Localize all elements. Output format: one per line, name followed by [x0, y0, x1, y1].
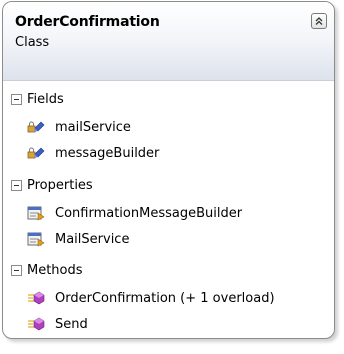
property-icon	[27, 231, 45, 247]
field-name: messageBuilder	[55, 145, 160, 161]
class-kind: Class	[15, 35, 50, 50]
class-name: OrderConfirmation	[15, 14, 160, 30]
section-title: Methods	[27, 262, 83, 278]
section-title: Fields	[27, 91, 64, 107]
class-shape[interactable]: OrderConfirmation Class Fields mailServi…	[2, 1, 335, 339]
method-name: OrderConfirmation (+ 1 overload)	[55, 290, 275, 306]
collapse-toggle-icon[interactable]	[11, 93, 22, 105]
property-item[interactable]: MailService	[27, 229, 129, 249]
property-icon	[27, 205, 45, 221]
field-lock-icon	[27, 145, 45, 161]
property-name: MailService	[55, 231, 130, 247]
property-item[interactable]: ConfirmationMessageBuilder	[27, 203, 242, 223]
method-icon	[27, 316, 45, 332]
collapse-toggle-icon[interactable]	[11, 179, 22, 191]
collapse-button[interactable]	[311, 13, 327, 29]
field-item[interactable]: mailService	[27, 117, 131, 137]
collapse-toggle-icon[interactable]	[11, 264, 22, 276]
property-name: ConfirmationMessageBuilder	[55, 205, 243, 221]
field-item[interactable]: messageBuilder	[27, 143, 159, 163]
method-item[interactable]: OrderConfirmation (+ 1 overload)	[27, 288, 275, 308]
section-title: Properties	[27, 177, 93, 193]
section-methods[interactable]: Methods	[11, 260, 83, 280]
field-lock-icon	[27, 119, 45, 135]
double-chevron-up-icon	[315, 17, 323, 25]
class-header: OrderConfirmation Class	[3, 2, 334, 81]
field-name: mailService	[55, 119, 131, 135]
section-fields[interactable]: Fields	[11, 89, 64, 109]
method-name: Send	[55, 316, 88, 332]
section-properties[interactable]: Properties	[11, 175, 93, 195]
method-item[interactable]: Send	[27, 314, 88, 334]
method-icon	[27, 290, 45, 306]
